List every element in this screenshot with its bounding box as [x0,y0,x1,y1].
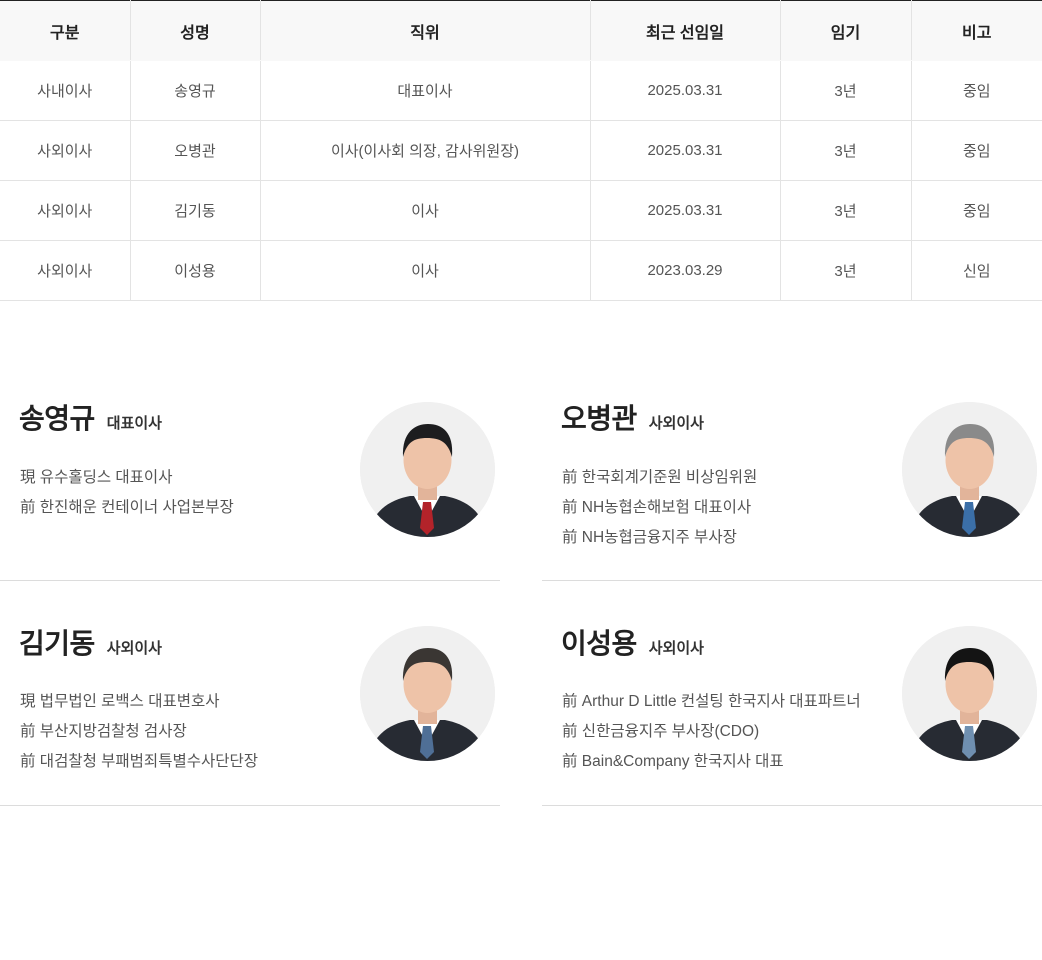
profile-heading: 김기동 사외이사 [19,622,162,662]
table-cell: 중임 [910,180,1042,241]
history-item: 現 법무법인 로백스 대표변호사 [20,693,220,710]
column-header: 직위 [259,0,590,61]
profile-name: 오병관 [561,403,637,434]
profile-card: 송영규 대표이사 現 유수홀딩스 대표이사 前 한진해운 컨테이너 사업본부장 [0,401,500,581]
history-item: 現 유수홀딩스 대표이사 [20,469,173,486]
table-cell: 3년 [779,60,911,121]
profile-title: 사외이사 [648,640,704,657]
table-cell: 대표이사 [259,60,590,121]
column-header: 성명 [129,0,260,61]
portrait-photo [902,626,1037,761]
profile-heading: 송영규 대표이사 [19,397,162,437]
profile-heading: 오병관 사외이사 [561,397,704,437]
profile-photo [360,402,495,537]
table-row: 사외이사 오병관 이사(이사회 의장, 감사위원장) 2025.03.31 3년… [0,120,1042,181]
table-cell: 중임 [910,120,1042,181]
table-row: 사외이사 김기동 이사 2025.03.31 3년 중임 [0,180,1042,241]
history-item: 前 Arthur D Little 컨설팅 한국지사 대표파트너 [562,693,861,710]
history-item: 前 NH농협금융지주 부사장 [562,529,737,546]
history-item: 前 대검찰청 부패범죄특별수사단단장 [20,753,259,770]
table-cell: 이사(이사회 의장, 감사위원장) [259,120,590,181]
history-item: 前 한진해운 컨테이너 사업본부장 [20,499,234,516]
portrait-photo [902,402,1037,537]
table-header-row: 구분 성명 직위 최근 선임일 임기 비고 [0,0,1042,61]
profile-photo [360,626,495,761]
table-cell: 이사 [259,180,590,241]
profile-card: 김기동 사외이사 現 법무법인 로백스 대표변호사 前 부산지방검찰청 검사장 … [0,626,500,806]
table-cell: 2025.03.31 [589,120,780,181]
profile-name: 송영규 [19,403,95,434]
table-cell: 2025.03.31 [589,60,780,121]
column-header: 임기 [779,0,911,61]
profile-card: 이성용 사외이사 前 Arthur D Little 컨설팅 한국지사 대표파트… [542,626,1042,806]
history-item: 前 Bain&Company 한국지사 대표 [562,753,784,770]
portrait-photo [360,402,495,537]
profile-name: 김기동 [19,628,95,659]
profile-title: 대표이사 [106,415,162,432]
profile-photo [902,402,1037,537]
table-cell: 오병관 [129,120,260,181]
table-cell: 사내이사 [0,60,130,121]
history-item: 前 NH농협손해보험 대표이사 [562,499,752,516]
column-header: 최근 선임일 [589,0,780,61]
board-members-table: 구분 성명 직위 최근 선임일 임기 비고 사내이사 송영규 대표이사 2025… [0,0,1042,301]
profile-card: 오병관 사외이사 前 한국회계기준원 비상임위원 前 NH농협손해보험 대표이사… [542,401,1042,581]
profile-photo [902,626,1037,761]
profile-history: 前 Arthur D Little 컨설팅 한국지사 대표파트너 前 신한금융지… [562,687,861,777]
table-cell: 김기동 [129,180,260,241]
profile-title: 사외이사 [648,415,704,432]
table-cell: 사외이사 [0,240,130,301]
table-cell: 2023.03.29 [589,240,780,301]
profile-history: 現 유수홀딩스 대표이사 前 한진해운 컨테이너 사업본부장 [20,463,234,523]
profile-heading: 이성용 사외이사 [561,622,704,662]
table-cell: 이성용 [129,240,260,301]
table-cell: 3년 [779,180,911,241]
table-row: 사내이사 송영규 대표이사 2025.03.31 3년 중임 [0,60,1042,121]
portrait-photo [360,626,495,761]
table-cell: 이사 [259,240,590,301]
profile-history: 前 한국회계기준원 비상임위원 前 NH농협손해보험 대표이사 前 NH농협금융… [562,463,757,553]
table-cell: 중임 [910,60,1042,121]
history-item: 前 부산지방검찰청 검사장 [20,723,187,740]
table-cell: 신임 [910,240,1042,301]
profile-title: 사외이사 [106,640,162,657]
history-item: 前 신한금융지주 부사장(CDO) [562,723,760,740]
table-cell: 3년 [779,240,911,301]
column-header: 비고 [910,0,1042,61]
table-cell: 3년 [779,120,911,181]
profile-name: 이성용 [561,628,637,659]
table-cell: 사외이사 [0,120,130,181]
table-cell: 2025.03.31 [589,180,780,241]
profile-history: 現 법무법인 로백스 대표변호사 前 부산지방검찰청 검사장 前 대검찰청 부패… [20,687,258,777]
table-row: 사외이사 이성용 이사 2023.03.29 3년 신임 [0,240,1042,301]
column-header: 구분 [0,0,130,61]
table-cell: 송영규 [129,60,260,121]
history-item: 前 한국회계기준원 비상임위원 [562,469,758,486]
table-cell: 사외이사 [0,180,130,241]
